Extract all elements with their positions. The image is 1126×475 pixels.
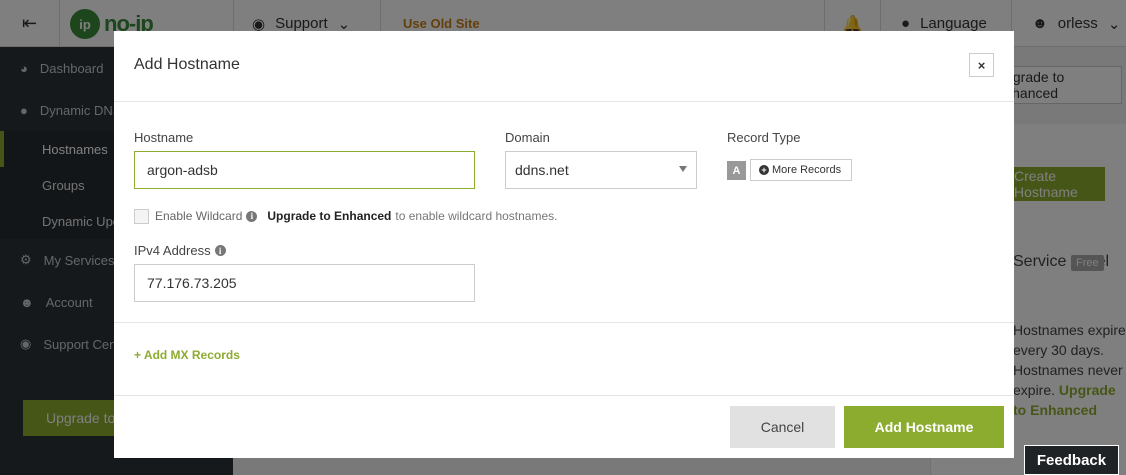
dialog-title: Add Hostname bbox=[134, 56, 240, 73]
add-hostname-dialog: Add Hostname × Hostname Domain ddns.net … bbox=[114, 31, 1014, 458]
info-icon[interactable]: i bbox=[246, 210, 258, 222]
wildcard-note: to enable wildcard hostnames. bbox=[395, 209, 558, 223]
domain-value: ddns.net bbox=[515, 162, 569, 178]
domain-select[interactable]: ddns.net bbox=[505, 151, 697, 189]
add-mx-records-link[interactable]: + Add MX Records bbox=[134, 348, 240, 362]
close-icon[interactable]: × bbox=[969, 53, 994, 77]
cancel-button[interactable]: Cancel bbox=[730, 406, 835, 448]
divider bbox=[114, 395, 1014, 396]
record-type-label: Record Type bbox=[727, 130, 801, 145]
hostname-input[interactable] bbox=[134, 151, 475, 189]
ipv4-label: IPv4 Address bbox=[134, 243, 211, 258]
info-icon[interactable]: i bbox=[214, 245, 226, 256]
more-records-button[interactable]: + More Records bbox=[750, 159, 852, 181]
hostname-label: Hostname bbox=[134, 130, 194, 145]
dialog-header: Add Hostname × bbox=[114, 31, 1014, 102]
wildcard-row: Enable Wildcard i Upgrade to Enhanced to… bbox=[134, 207, 557, 225]
divider bbox=[114, 322, 1014, 323]
record-type-a-badge[interactable]: A bbox=[727, 161, 746, 180]
feedback-button[interactable]: Feedback bbox=[1024, 445, 1119, 475]
caret-down-icon bbox=[679, 166, 687, 172]
plus-circle-icon: + bbox=[759, 165, 769, 175]
wildcard-checkbox[interactable] bbox=[134, 208, 149, 224]
ipv4-label-row: IPv4 Address i bbox=[134, 243, 226, 258]
add-hostname-button[interactable]: Add Hostname bbox=[844, 406, 1004, 448]
domain-label: Domain bbox=[505, 130, 550, 145]
ipv4-input[interactable] bbox=[134, 264, 475, 302]
wildcard-upgrade-link[interactable]: Upgrade to Enhanced bbox=[267, 209, 391, 223]
more-records-label: More Records bbox=[772, 164, 842, 176]
wildcard-label: Enable Wildcard bbox=[155, 209, 243, 223]
